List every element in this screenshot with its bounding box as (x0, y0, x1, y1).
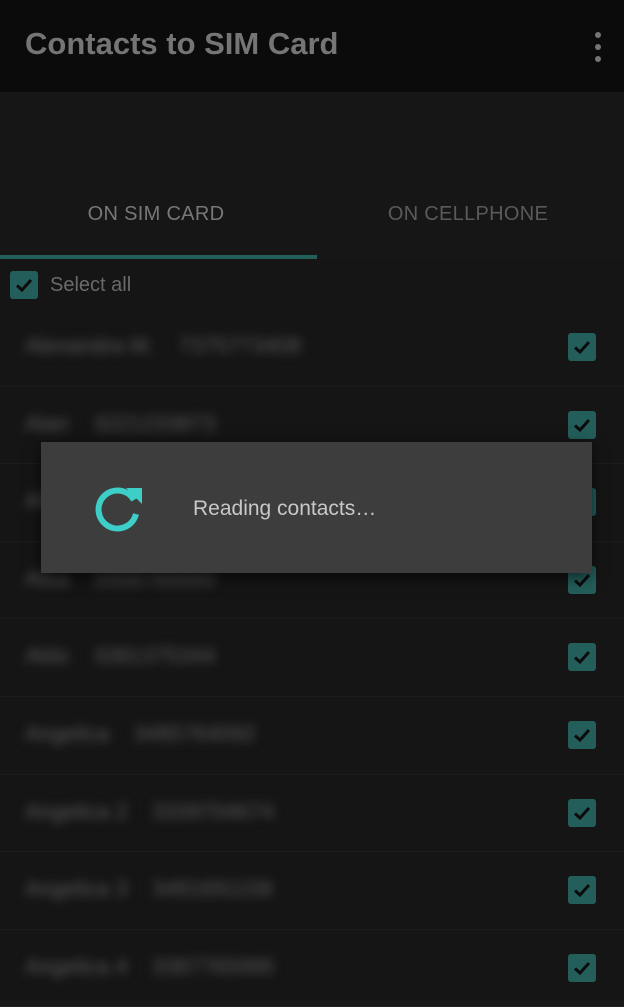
refresh-icon (95, 487, 142, 532)
dialog-message: Reading contacts… (193, 497, 377, 520)
